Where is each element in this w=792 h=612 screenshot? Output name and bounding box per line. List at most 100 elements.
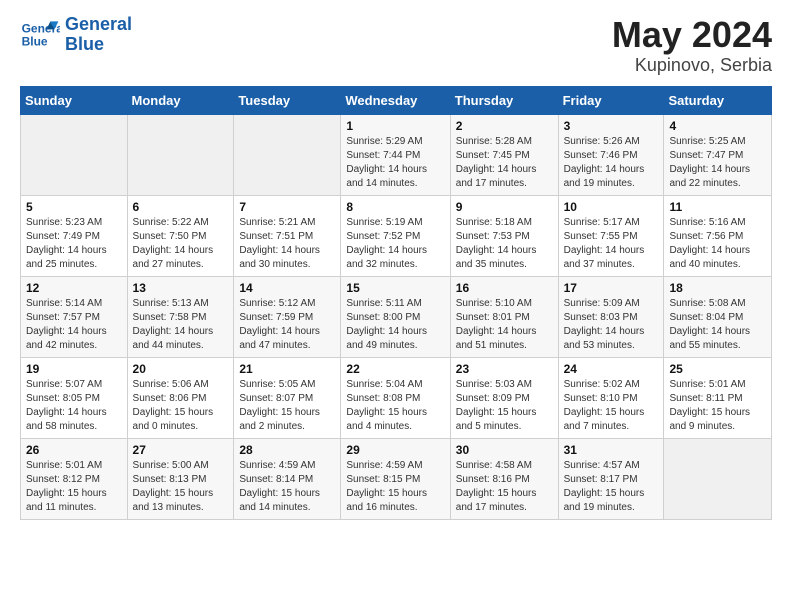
calendar-cell: 24 Sunrise: 5:02 AMSunset: 8:10 PMDayligh…: [558, 357, 664, 438]
day-info: Sunrise: 5:12 AMSunset: 7:59 PMDaylight:…: [239, 297, 335, 353]
day-info: Sunrise: 5:01 AMSunset: 8:12 PMDaylight:…: [26, 459, 122, 515]
day-number: 28: [239, 443, 335, 457]
day-info: Sunrise: 5:11 AMSunset: 8:00 PMDaylight:…: [346, 297, 444, 353]
day-info: Sunrise: 5:13 AMSunset: 7:58 PMDaylight:…: [133, 297, 229, 353]
calendar-cell: 12 Sunrise: 5:14 AMSunset: 7:57 PMDayligh…: [21, 276, 128, 357]
day-number: 20: [133, 362, 229, 376]
calendar-cell: 29Sunrise: 4:59 AMSunset: 8:15 PMDayligh…: [341, 438, 450, 519]
calendar-cell: 1 Sunrise: 5:29 AMSunset: 7:44 PMDaylight…: [341, 114, 450, 195]
day-info: Sunrise: 4:59 AMSunset: 8:14 PMDaylight:…: [239, 459, 335, 515]
day-number: 6: [133, 200, 229, 214]
col-thursday: Thursday: [450, 86, 558, 114]
day-info: Sunrise: 5:16 AMSunset: 7:56 PMDaylight:…: [669, 216, 766, 272]
day-number: 4: [669, 119, 766, 133]
calendar-week-2: 5 Sunrise: 5:23 AMSunset: 7:49 PMDaylight…: [21, 195, 772, 276]
col-monday: Monday: [127, 86, 234, 114]
calendar-week-4: 19Sunrise: 5:07 AMSunset: 8:05 PMDayligh…: [21, 357, 772, 438]
day-number: 8: [346, 200, 444, 214]
day-info: Sunrise: 5:28 AMSunset: 7:45 PMDaylight:…: [456, 135, 553, 191]
calendar-cell: 15 Sunrise: 5:11 AMSunset: 8:00 PMDayligh…: [341, 276, 450, 357]
header: General Blue General Blue May 2024 Kupin…: [20, 15, 772, 76]
day-number: 7: [239, 200, 335, 214]
month-year-title: May 2024: [612, 15, 772, 55]
title-block: May 2024 Kupinovo, Serbia: [612, 15, 772, 76]
col-saturday: Saturday: [664, 86, 772, 114]
day-number: 15: [346, 281, 444, 295]
calendar-cell: 14Sunrise: 5:12 AMSunset: 7:59 PMDayligh…: [234, 276, 341, 357]
day-number: 30: [456, 443, 553, 457]
calendar-cell: 2 Sunrise: 5:28 AMSunset: 7:45 PMDaylight…: [450, 114, 558, 195]
calendar-cell: 16 Sunrise: 5:10 AMSunset: 8:01 PMDayligh…: [450, 276, 558, 357]
day-number: 5: [26, 200, 122, 214]
day-info: Sunrise: 5:19 AMSunset: 7:52 PMDaylight:…: [346, 216, 444, 272]
calendar-cell: 18 Sunrise: 5:08 AMSunset: 8:04 PMDayligh…: [664, 276, 772, 357]
day-number: 17: [564, 281, 659, 295]
col-tuesday: Tuesday: [234, 86, 341, 114]
calendar-cell: 23 Sunrise: 5:03 AMSunset: 8:09 PMDayligh…: [450, 357, 558, 438]
day-info: Sunrise: 5:05 AMSunset: 8:07 PMDaylight:…: [239, 378, 335, 434]
calendar-week-1: 1 Sunrise: 5:29 AMSunset: 7:44 PMDaylight…: [21, 114, 772, 195]
day-info: Sunrise: 5:29 AMSunset: 7:44 PMDaylight:…: [346, 135, 444, 191]
day-number: 3: [564, 119, 659, 133]
day-info: Sunrise: 5:18 AMSunset: 7:53 PMDaylight:…: [456, 216, 553, 272]
day-info: Sunrise: 5:22 AMSunset: 7:50 PMDaylight:…: [133, 216, 229, 272]
calendar-cell: [127, 114, 234, 195]
calendar-cell: 13 Sunrise: 5:13 AMSunset: 7:58 PMDayligh…: [127, 276, 234, 357]
day-number: 27: [133, 443, 229, 457]
calendar-body: 1 Sunrise: 5:29 AMSunset: 7:44 PMDaylight…: [21, 114, 772, 519]
day-info: Sunrise: 4:59 AMSunset: 8:15 PMDaylight:…: [346, 459, 444, 515]
calendar-cell: 21Sunrise: 5:05 AMSunset: 8:07 PMDayligh…: [234, 357, 341, 438]
calendar-cell: 4 Sunrise: 5:25 AMSunset: 7:47 PMDaylight…: [664, 114, 772, 195]
day-number: 12: [26, 281, 122, 295]
calendar-cell: 8 Sunrise: 5:19 AMSunset: 7:52 PMDaylight…: [341, 195, 450, 276]
calendar-week-5: 26Sunrise: 5:01 AMSunset: 8:12 PMDayligh…: [21, 438, 772, 519]
col-wednesday: Wednesday: [341, 86, 450, 114]
calendar: Sunday Monday Tuesday Wednesday Thursday…: [20, 86, 772, 520]
day-number: 23: [456, 362, 553, 376]
day-number: 16: [456, 281, 553, 295]
calendar-header: Sunday Monday Tuesday Wednesday Thursday…: [21, 86, 772, 114]
calendar-cell: [664, 438, 772, 519]
day-number: 11: [669, 200, 766, 214]
day-number: 24: [564, 362, 659, 376]
day-number: 2: [456, 119, 553, 133]
logo-text: General Blue: [65, 15, 132, 55]
day-info: Sunrise: 5:23 AMSunset: 7:49 PMDaylight:…: [26, 216, 122, 272]
day-info: Sunrise: 4:57 AMSunset: 8:17 PMDaylight:…: [564, 459, 659, 515]
day-info: Sunrise: 5:02 AMSunset: 8:10 PMDaylight:…: [564, 378, 659, 434]
day-info: Sunrise: 5:04 AMSunset: 8:08 PMDaylight:…: [346, 378, 444, 434]
calendar-week-3: 12 Sunrise: 5:14 AMSunset: 7:57 PMDayligh…: [21, 276, 772, 357]
calendar-cell: 31 Sunrise: 4:57 AMSunset: 8:17 PMDayligh…: [558, 438, 664, 519]
calendar-cell: 7Sunrise: 5:21 AMSunset: 7:51 PMDaylight…: [234, 195, 341, 276]
day-info: Sunrise: 5:26 AMSunset: 7:46 PMDaylight:…: [564, 135, 659, 191]
day-info: Sunrise: 5:25 AMSunset: 7:47 PMDaylight:…: [669, 135, 766, 191]
day-number: 10: [564, 200, 659, 214]
day-info: Sunrise: 5:07 AMSunset: 8:05 PMDaylight:…: [26, 378, 122, 434]
day-number: 25: [669, 362, 766, 376]
calendar-cell: 5 Sunrise: 5:23 AMSunset: 7:49 PMDaylight…: [21, 195, 128, 276]
day-info: Sunrise: 5:01 AMSunset: 8:11 PMDaylight:…: [669, 378, 766, 434]
calendar-cell: 11 Sunrise: 5:16 AMSunset: 7:56 PMDayligh…: [664, 195, 772, 276]
calendar-cell: 9 Sunrise: 5:18 AMSunset: 7:53 PMDaylight…: [450, 195, 558, 276]
day-number: 13: [133, 281, 229, 295]
svg-text:Blue: Blue: [22, 34, 48, 48]
logo: General Blue General Blue: [20, 15, 132, 55]
calendar-cell: [21, 114, 128, 195]
day-number: 31: [564, 443, 659, 457]
calendar-cell: 3 Sunrise: 5:26 AMSunset: 7:46 PMDaylight…: [558, 114, 664, 195]
day-info: Sunrise: 5:09 AMSunset: 8:03 PMDaylight:…: [564, 297, 659, 353]
logo-icon: General Blue: [20, 15, 60, 55]
calendar-cell: 27Sunrise: 5:00 AMSunset: 8:13 PMDayligh…: [127, 438, 234, 519]
day-info: Sunrise: 5:14 AMSunset: 7:57 PMDaylight:…: [26, 297, 122, 353]
day-number: 22: [346, 362, 444, 376]
day-number: 9: [456, 200, 553, 214]
day-info: Sunrise: 5:03 AMSunset: 8:09 PMDaylight:…: [456, 378, 553, 434]
calendar-cell: [234, 114, 341, 195]
day-info: Sunrise: 5:10 AMSunset: 8:01 PMDaylight:…: [456, 297, 553, 353]
day-info: Sunrise: 4:58 AMSunset: 8:16 PMDaylight:…: [456, 459, 553, 515]
page: General Blue General Blue May 2024 Kupin…: [0, 0, 792, 535]
calendar-cell: 6 Sunrise: 5:22 AMSunset: 7:50 PMDaylight…: [127, 195, 234, 276]
day-info: Sunrise: 5:08 AMSunset: 8:04 PMDaylight:…: [669, 297, 766, 353]
day-number: 18: [669, 281, 766, 295]
day-number: 1: [346, 119, 444, 133]
